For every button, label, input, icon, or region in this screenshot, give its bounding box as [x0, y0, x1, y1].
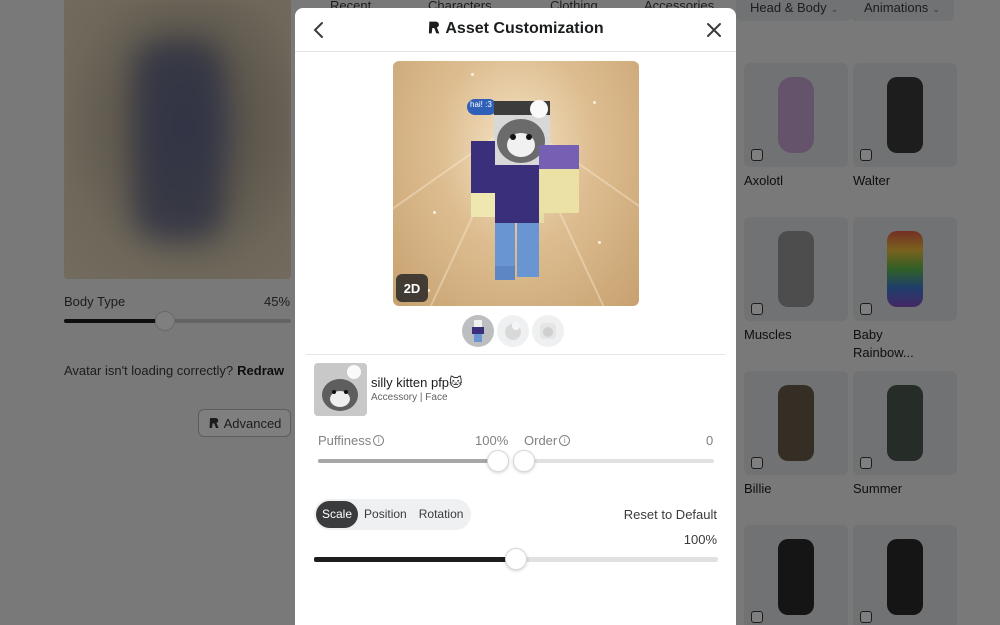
- close-button[interactable]: [702, 18, 726, 42]
- kitten-image: [314, 363, 367, 416]
- asset-thumbnail: [314, 363, 367, 416]
- roblox-logo-icon: [429, 21, 440, 34]
- divider: [306, 354, 725, 355]
- order-value: 0: [706, 433, 714, 448]
- avatar-view-thumb[interactable]: [462, 315, 494, 347]
- asset-info: silly kitten pfp🐱 Accessory | Face: [314, 363, 724, 417]
- info-icon[interactable]: i: [373, 435, 385, 446]
- chat-bubble-text: hai! :3: [470, 100, 492, 109]
- puffiness-slider-knob[interactable]: [487, 450, 509, 472]
- modal-title: Asset Customization: [295, 20, 736, 38]
- scale-slider-knob[interactable]: [505, 548, 527, 570]
- info-icon[interactable]: i: [559, 435, 571, 446]
- close-icon: [707, 23, 721, 37]
- asset-customization-modal: Asset Customization hai!:3 2D silly kit…: [295, 8, 736, 625]
- view-mode-toggle[interactable]: 2D: [396, 274, 428, 302]
- accessory-view-thumb[interactable]: [497, 315, 529, 347]
- transform-tabs: Scale Position Rotation: [314, 499, 472, 530]
- tab-scale[interactable]: Scale: [316, 501, 359, 528]
- view-selector: [462, 315, 564, 347]
- accessory-thumb-icon: [540, 323, 556, 339]
- order-slider-knob[interactable]: [513, 450, 535, 472]
- accessory-thumb-icon: [505, 322, 521, 340]
- modal-header: Asset Customization: [295, 8, 736, 52]
- order-label: Order i: [524, 433, 571, 448]
- avatar-3d-preview[interactable]: hai! :3 2D: [393, 61, 639, 306]
- scale-value: 100%: [683, 532, 717, 547]
- avatar-model: [467, 99, 579, 280]
- reset-to-default-button[interactable]: Reset to Default: [624, 507, 717, 522]
- puffiness-label: Puffiness i: [318, 433, 385, 448]
- puffiness-slider[interactable]: [318, 450, 509, 472]
- order-slider[interactable]: [513, 450, 714, 472]
- scale-slider[interactable]: [314, 548, 718, 570]
- asset-name: silly kitten pfp🐱: [371, 375, 463, 390]
- tab-position[interactable]: Position: [358, 501, 413, 528]
- avatar-thumb-icon: [472, 320, 484, 342]
- asset-type: Accessory | Face: [371, 392, 448, 403]
- tab-rotation[interactable]: Rotation: [413, 501, 470, 528]
- accessory-view-thumb[interactable]: [532, 315, 564, 347]
- puffiness-value: 100%: [475, 433, 509, 448]
